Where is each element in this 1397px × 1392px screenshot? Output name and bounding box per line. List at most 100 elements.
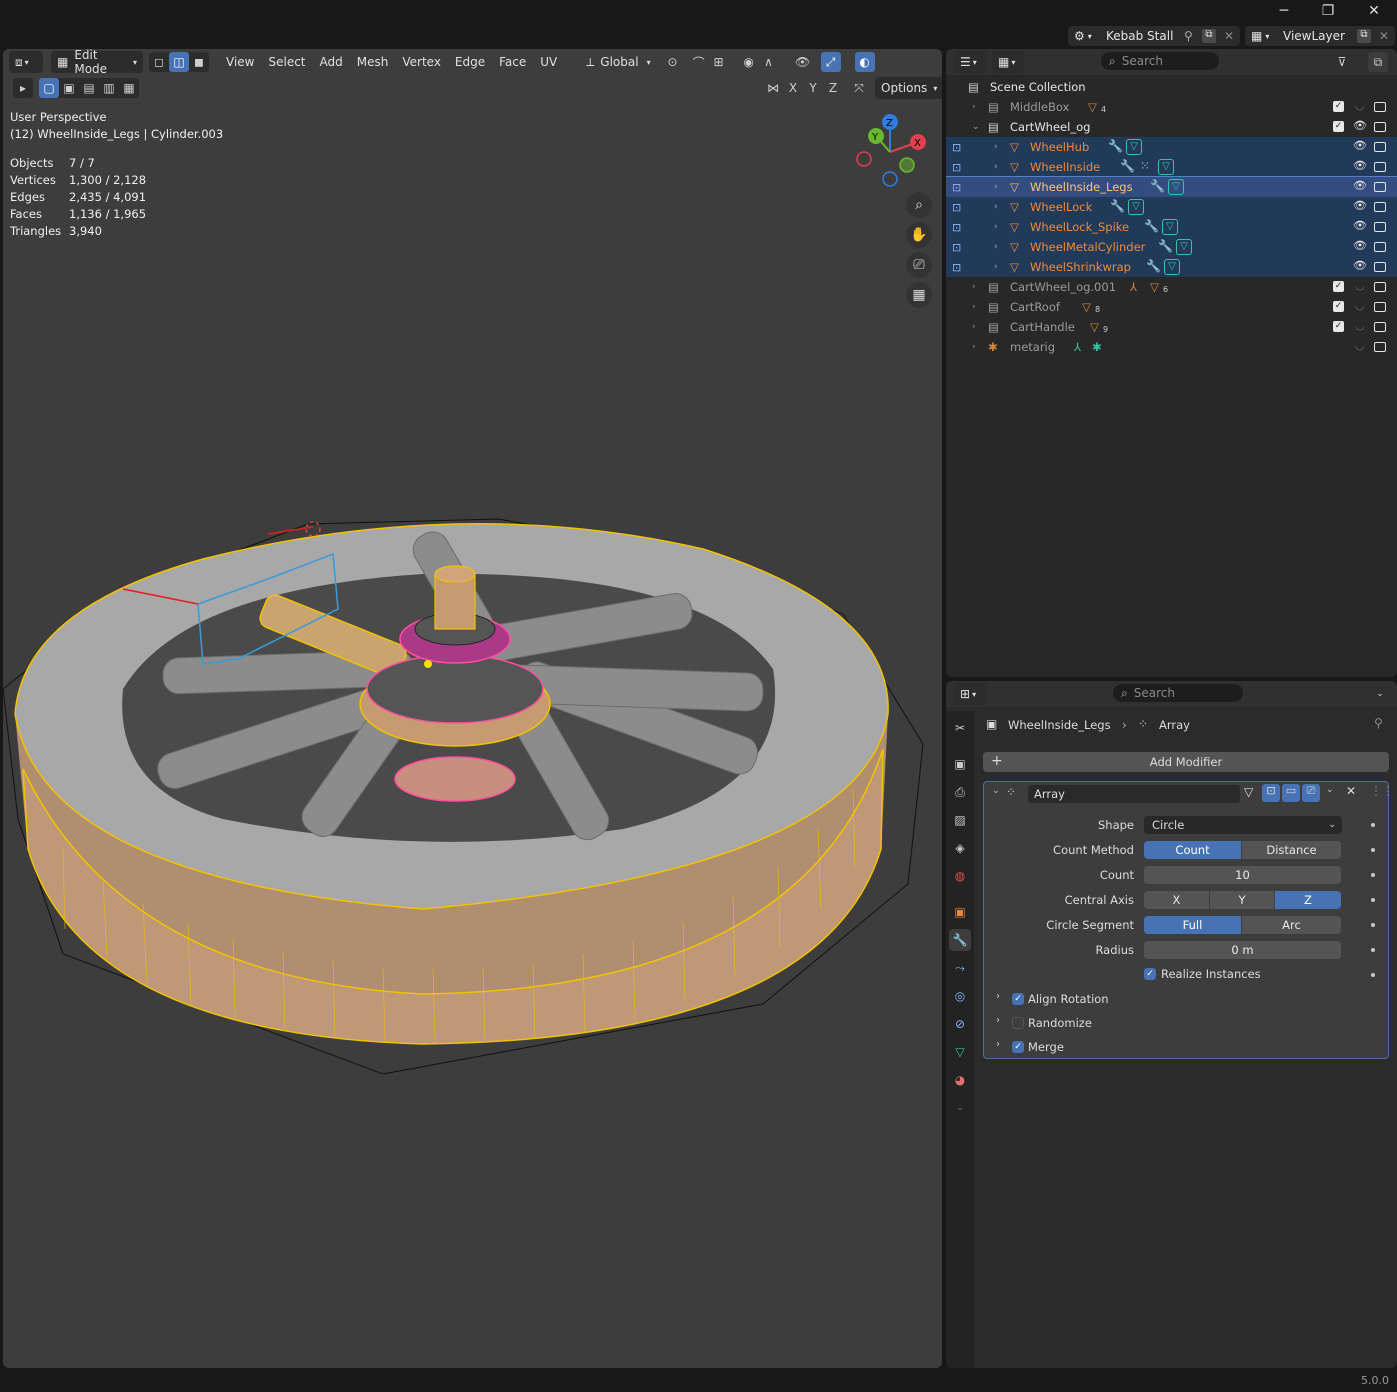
exclude-checkbox[interactable]: ✓ (1333, 121, 1344, 132)
drag-handle-icon[interactable]: ⋮⋮ (1370, 784, 1394, 798)
align-rotation-checkbox[interactable]: ✓ (1012, 993, 1024, 1005)
chevron-right-icon[interactable]: › (994, 162, 998, 172)
outliner-row-wheellock-spike[interactable]: ⊡ › ▽ WheelLock_Spike 🔧 ▽ 👁 (946, 217, 1397, 237)
merge-checkbox[interactable]: ✓ (1012, 1041, 1024, 1053)
outliner-row-metarig[interactable]: › ✱ metarig ⅄ ✱ ◡ (946, 337, 1397, 357)
hide-eye-icon[interactable]: ◡ (1355, 279, 1365, 292)
eye-icon[interactable]: 👁 (1353, 139, 1367, 152)
scene-tab-icon[interactable]: ◈ (949, 837, 971, 859)
outliner-row-wheelinside[interactable]: ⊡ › ▽ WheelInside 🔧 ⁙ ▽ 👁 (946, 157, 1397, 177)
count-method-count-button[interactable]: Count (1144, 841, 1241, 859)
axis-x-button[interactable]: X (783, 78, 803, 98)
merge-subpanel[interactable]: › ✓ Merge (984, 1035, 1388, 1059)
render-camera-icon[interactable] (1374, 282, 1386, 292)
object-tab-icon[interactable]: ▣ (949, 901, 971, 923)
render-camera-icon[interactable] (1374, 142, 1386, 152)
output-tab-icon[interactable]: ⎙ (949, 781, 971, 803)
eye-icon[interactable]: 👁 (1353, 219, 1367, 232)
edge-select-icon[interactable]: ◫ (169, 52, 189, 72)
render-camera-icon[interactable] (1374, 262, 1386, 272)
render-camera-icon[interactable] (1374, 202, 1386, 212)
chevron-right-icon[interactable]: › (994, 262, 998, 272)
mirror-icon[interactable]: ⋈ (763, 78, 783, 98)
keyframe-dot[interactable] (1371, 948, 1375, 952)
view-layer-tab-icon[interactable]: ▨ (949, 809, 971, 831)
filter-icon[interactable]: ⊽ (1332, 52, 1352, 72)
exclude-checkbox[interactable]: ✓ (1333, 281, 1344, 292)
exclude-checkbox[interactable]: ✓ (1333, 101, 1344, 112)
render-tab-icon[interactable]: ▣ (949, 753, 971, 775)
pan-hand-icon[interactable]: ✋ (906, 222, 932, 248)
render-camera-icon[interactable] (1374, 122, 1386, 132)
navigation-gizmo[interactable]: Z X Y (852, 112, 932, 192)
render-camera-icon[interactable] (1374, 162, 1386, 172)
zoom-icon[interactable]: ⌕ (906, 192, 932, 218)
edit-mode-icon[interactable]: ⊡ (952, 181, 961, 194)
chevron-down-icon[interactable]: ⌄ (1326, 785, 1334, 795)
editor-type-button[interactable]: ⊞ ▾ (954, 683, 986, 705)
randomize-checkbox[interactable] (1012, 1017, 1024, 1029)
chevron-down-icon[interactable]: ⌄ (972, 122, 980, 132)
menu-add[interactable]: Add (313, 51, 350, 73)
edit-mode-icon[interactable]: ⊡ (952, 261, 961, 274)
chevron-right-icon[interactable]: › (996, 991, 1000, 1002)
modifier-name-field[interactable]: Array (1028, 785, 1240, 803)
menu-mesh[interactable]: Mesh (350, 51, 396, 73)
editor-type-button[interactable]: ⧈ ▾ (9, 51, 43, 73)
outliner-search-input[interactable]: ⌕ Search (1101, 52, 1219, 70)
outliner-row-cartwheel-og-001[interactable]: › ▤ CartWheel_og.001 ⅄ ▽ 6 ✓ ◡ (946, 277, 1397, 297)
chevron-right-icon[interactable]: › (972, 102, 976, 112)
render-camera-icon[interactable] (1374, 342, 1386, 352)
align-rotation-subpanel[interactable]: › ✓ Align Rotation (984, 987, 1388, 1011)
falloff-icon[interactable]: ∧ (759, 52, 779, 72)
chevron-down-icon[interactable]: ⌄ (1370, 684, 1390, 704)
menu-view[interactable]: View (219, 51, 261, 73)
keyframe-dot[interactable] (1371, 923, 1375, 927)
edit-mode-icon[interactable]: ⊡ (952, 221, 961, 234)
chevron-right-icon[interactable]: › (994, 222, 998, 232)
physics-tab-icon[interactable]: ◎ (949, 985, 971, 1007)
new-collection-icon[interactable]: ⧉ (1368, 52, 1388, 72)
edit-mode-icon[interactable]: ⊡ (1262, 784, 1280, 802)
keyframe-dot[interactable] (1371, 973, 1375, 977)
chevron-down-icon[interactable]: ⌄ (949, 1097, 971, 1119)
snap-target-icon[interactable]: ⊞ (709, 52, 729, 72)
remove-scene-icon[interactable]: ✕ (1224, 29, 1234, 43)
menu-vertex[interactable]: Vertex (395, 51, 448, 73)
render-camera-icon[interactable] (1374, 302, 1386, 312)
eye-icon[interactable]: 👁 (1353, 159, 1367, 172)
edit-mode-icon[interactable]: ⊡ (952, 201, 961, 214)
visibility-icon[interactable]: 👁 (793, 52, 813, 72)
hide-eye-icon[interactable]: ◡ (1355, 319, 1365, 332)
close-icon[interactable]: ✕ (1346, 784, 1356, 798)
add-modifier-button[interactable]: + Add Modifier (983, 752, 1389, 772)
remove-view-layer-icon[interactable]: ✕ (1379, 29, 1389, 43)
chevron-right-icon[interactable]: › (972, 342, 976, 352)
outliner-row-scene-collection[interactable]: ▤ Scene Collection (946, 77, 1397, 97)
display-mode-button[interactable]: ▦ ▾ (992, 51, 1024, 73)
chevron-right-icon[interactable]: › (996, 1039, 1000, 1050)
exclude-checkbox[interactable]: ✓ (1333, 301, 1344, 312)
render-camera-icon[interactable] (1374, 222, 1386, 232)
chevron-right-icon[interactable]: › (972, 322, 976, 332)
outliner-row-cartroof[interactable]: › ▤ CartRoof ▽ 8 ✓ ◡ (946, 297, 1397, 317)
count-method-distance-button[interactable]: Distance (1242, 841, 1341, 859)
eye-icon[interactable]: 👁 (1353, 239, 1367, 252)
outliner-row-wheelinside-legs[interactable]: ⊡ › ▽ WheelInside_Legs 🔧 ▽ 👁 (946, 176, 1397, 198)
chevron-right-icon[interactable]: › (996, 1015, 1000, 1026)
render-camera-icon[interactable] (1374, 182, 1386, 192)
keyframe-dot[interactable] (1371, 873, 1375, 877)
options-dropdown[interactable]: Options ▾ (875, 77, 942, 99)
gizmo-toggle-icon[interactable]: ⤢ (820, 52, 841, 72)
viewport-display-icon[interactable]: ▭ (1282, 784, 1300, 802)
world-tab-icon[interactable]: ◍ (949, 865, 971, 887)
minimize-icon[interactable]: ─ (1274, 2, 1294, 20)
chevron-right-icon[interactable]: › (994, 142, 998, 152)
eye-icon[interactable]: 👁 (1353, 199, 1367, 212)
tool-tab-icon[interactable]: ✂ (949, 717, 971, 739)
select-intersect-icon[interactable]: ▦ (119, 78, 139, 98)
chevron-down-icon[interactable]: ⌄ (992, 786, 1000, 796)
outliner-row-cartwheel-og[interactable]: ⌄ ▤ CartWheel_og ✓ 👁 (946, 117, 1397, 137)
menu-face[interactable]: Face (492, 51, 533, 73)
render-camera-icon[interactable] (1374, 242, 1386, 252)
